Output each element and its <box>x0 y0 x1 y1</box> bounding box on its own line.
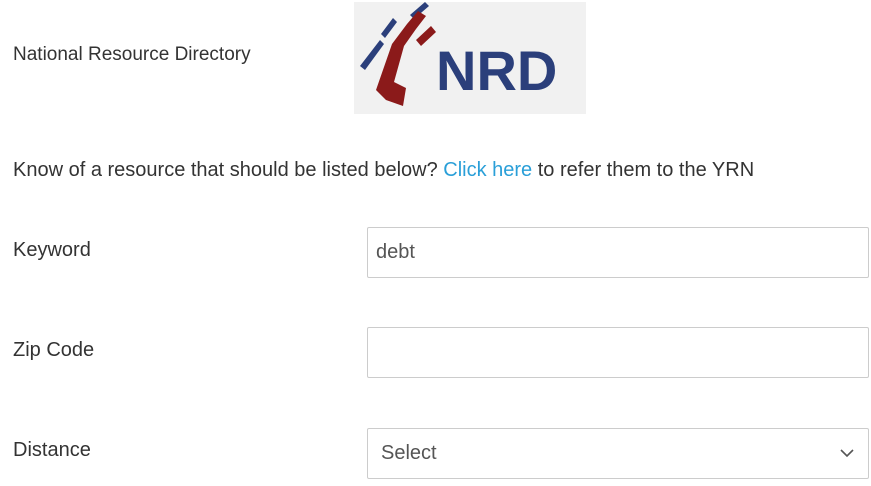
chevron-down-icon <box>840 449 854 458</box>
zip-code-label: Zip Code <box>13 339 95 361</box>
resource-search-page: National Resource Directory NRD Know of … <box>0 0 871 486</box>
directory-title: National Resource Directory <box>13 44 251 65</box>
referral-prompt: Know of a resource that should be listed… <box>13 158 754 182</box>
logo-wordmark: NRD <box>436 39 557 102</box>
distance-select[interactable]: Select <box>367 428 869 479</box>
zip-code-input[interactable] <box>367 327 869 378</box>
nrd-logo-graphic: NRD <box>360 2 557 106</box>
keyword-label: Keyword <box>13 239 91 261</box>
nrd-logo: NRD <box>354 2 586 114</box>
distance-label: Distance <box>13 439 91 461</box>
referral-link[interactable]: Click here <box>443 159 532 181</box>
keyword-input[interactable] <box>367 227 869 278</box>
referral-prompt-text: Know of a resource that should be listed… <box>13 159 444 181</box>
distance-selected-value: Select <box>381 442 437 464</box>
referral-prompt-suffix: to refer them to the YRN <box>532 159 755 181</box>
